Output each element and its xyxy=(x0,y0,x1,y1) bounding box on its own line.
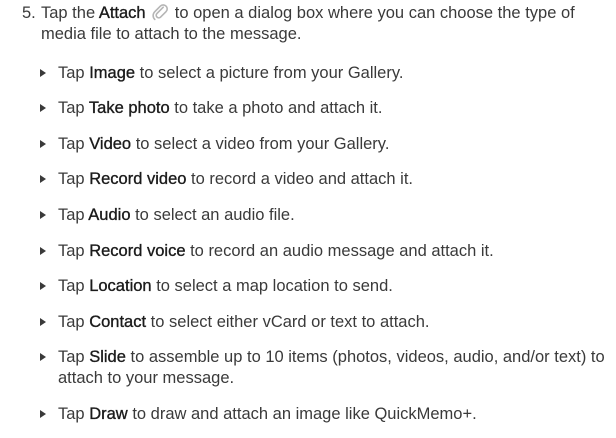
bullet-description: to record a video and attach it. xyxy=(191,170,413,188)
bullet-prefix: Tap xyxy=(58,405,85,423)
list-item-record-voice: Tap Record voice to record an audio mess… xyxy=(40,241,612,262)
bullet-arrow-icon xyxy=(40,104,46,112)
bullet-prefix: Tap xyxy=(58,64,85,82)
bullet-option: Record video xyxy=(89,170,187,188)
bullet-arrow-icon xyxy=(40,282,46,290)
bullet-arrow-icon xyxy=(40,353,46,361)
list-item-record-video: Tap Record video to record a video and a… xyxy=(40,169,612,190)
list-item-take-photo: Tap Take photo to take a photo and attac… xyxy=(40,98,612,119)
bullet-prefix: Tap xyxy=(58,170,85,188)
step-5: 5. Tap the Attach to open a dialog box w… xyxy=(22,3,612,45)
bullet-prefix: Tap xyxy=(58,99,85,117)
bullet-option: Record voice xyxy=(89,242,186,260)
bullet-arrow-icon xyxy=(40,410,46,418)
list-item-slide: Tap Slide to assemble up to 10 items (ph… xyxy=(40,347,612,389)
bullet-option: Contact xyxy=(89,313,147,331)
bullet-prefix: Tap xyxy=(58,348,85,366)
paperclip-icon xyxy=(152,4,169,21)
bullet-arrow-icon xyxy=(40,175,46,183)
bullet-arrow-icon xyxy=(40,211,46,219)
step-attach-label: Attach xyxy=(98,4,146,22)
bullet-arrow-icon xyxy=(40,69,46,77)
bullet-description: to assemble up to 10 items (photos, vide… xyxy=(58,348,605,387)
bullet-prefix: Tap xyxy=(58,277,85,295)
bullet-option: Image xyxy=(89,64,136,82)
bullet-arrow-icon xyxy=(40,318,46,326)
step-number: 5. xyxy=(22,4,36,22)
bullet-arrow-icon xyxy=(40,140,46,148)
bullet-description: to select a picture from your Gallery. xyxy=(139,64,404,82)
step-text: Tap the Attach to open a dialog box wher… xyxy=(41,3,612,45)
bullet-prefix: Tap xyxy=(58,206,85,224)
bullet-option: Draw xyxy=(89,405,128,423)
list-item-video: Tap Video to select a video from your Ga… xyxy=(40,134,612,155)
bullet-prefix: Tap xyxy=(58,242,85,260)
bullet-option: Slide xyxy=(89,348,126,366)
list-item-audio: Tap Audio to select an audio file. xyxy=(40,205,612,226)
list-item-location: Tap Location to select a map location to… xyxy=(40,276,612,297)
bullet-option: Audio xyxy=(88,206,131,224)
list-item-contact: Tap Contact to select either vCard or te… xyxy=(40,312,612,333)
bullet-description: to draw and attach an image like QuickMe… xyxy=(132,405,477,423)
bullet-option: Video xyxy=(89,135,132,153)
bullet-prefix: Tap xyxy=(58,313,85,331)
list-item-image: Tap Image to select a picture from your … xyxy=(40,63,612,84)
step-lead: Tap the xyxy=(41,4,96,22)
bullet-prefix: Tap xyxy=(58,135,85,153)
bullet-description: to select either vCard or text to attach… xyxy=(150,313,430,331)
bullet-description: to select a map location to send. xyxy=(156,277,393,295)
bullet-description: to take a photo and attach it. xyxy=(174,99,383,117)
bullet-option: Take photo xyxy=(88,99,170,117)
bullet-arrow-icon xyxy=(40,247,46,255)
bullet-description: to record an audio message and attach it… xyxy=(190,242,494,260)
list-item-draw: Tap Draw to draw and attach an image lik… xyxy=(40,404,612,425)
bullet-description: to select an audio file. xyxy=(135,206,295,224)
bullet-option: Location xyxy=(89,277,152,295)
bullet-description: to select a video from your Gallery. xyxy=(135,135,390,153)
